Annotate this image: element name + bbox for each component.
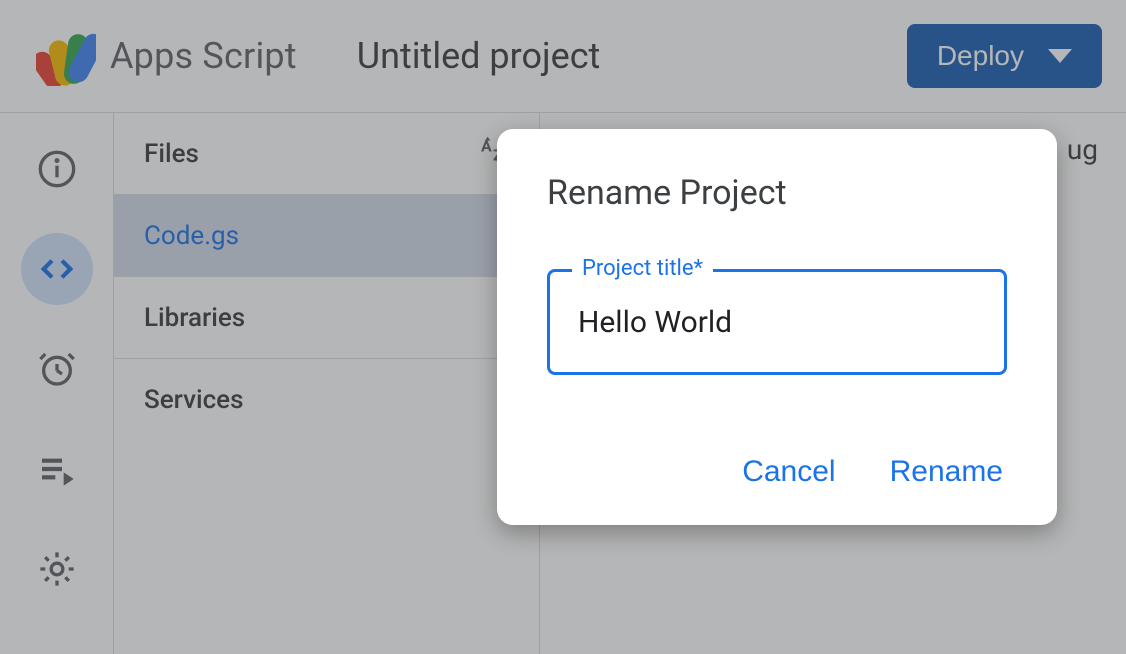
dialog-actions: Cancel Rename bbox=[547, 447, 1007, 497]
project-title-field: Project title* bbox=[547, 269, 1007, 375]
cancel-button[interactable]: Cancel bbox=[738, 447, 839, 497]
project-title-label: Project title* bbox=[572, 256, 713, 281]
rename-project-dialog: Rename Project Project title* Cancel Ren… bbox=[497, 129, 1057, 525]
rename-button[interactable]: Rename bbox=[886, 447, 1007, 497]
project-title-input[interactable] bbox=[578, 305, 976, 340]
dialog-title: Rename Project bbox=[547, 173, 1007, 213]
